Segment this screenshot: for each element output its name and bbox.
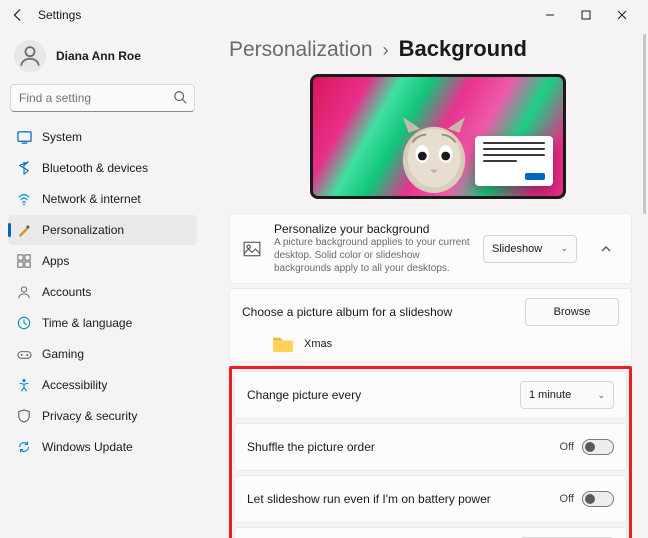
fit-card: Choose a fit for your desktop image Fill… <box>234 527 627 538</box>
sidebar-item-network[interactable]: Network & internet <box>8 184 197 214</box>
shuffle-label: Shuffle the picture order <box>247 440 548 454</box>
breadcrumb: Personalization › Background <box>229 36 646 62</box>
user-account-row[interactable]: Diana Ann Roe <box>8 36 197 84</box>
folder-name: Xmas <box>304 338 332 350</box>
sidebar-item-gaming[interactable]: Gaming <box>8 339 197 369</box>
sidebar-item-privacy[interactable]: Privacy & security <box>8 401 197 431</box>
collapse-button[interactable] <box>593 236 619 262</box>
scrollbar[interactable] <box>643 34 646 214</box>
personalize-title: Personalize your background <box>274 222 471 236</box>
battery-toggle[interactable] <box>582 491 614 507</box>
apps-icon <box>16 253 32 269</box>
browse-button[interactable]: Browse <box>525 298 619 326</box>
accounts-icon <box>16 284 32 300</box>
shuffle-card: Shuffle the picture order Off <box>234 423 627 471</box>
personalize-sub: A picture background applies to your cur… <box>274 236 471 275</box>
avatar <box>14 40 46 72</box>
background-type-select[interactable]: Slideshow⌄ <box>483 235 577 263</box>
nav-label: Bluetooth & devices <box>42 161 148 175</box>
change-label: Change picture every <box>247 388 508 402</box>
album-card: Choose a picture album for a slideshow B… <box>229 288 632 336</box>
bluetooth-icon <box>16 160 32 176</box>
personalization-icon <box>16 222 32 238</box>
close-button[interactable] <box>604 1 640 29</box>
sidebar-item-system[interactable]: System <box>8 122 197 152</box>
nav-label: Gaming <box>42 347 84 361</box>
preview-sample-window <box>475 136 553 186</box>
sidebar-item-bluetooth[interactable]: Bluetooth & devices <box>8 153 197 183</box>
gaming-icon <box>16 346 32 362</box>
change-interval-select[interactable]: 1 minute⌄ <box>520 381 614 409</box>
change-interval-card: Change picture every 1 minute⌄ <box>234 371 627 419</box>
search-input[interactable] <box>10 84 195 112</box>
breadcrumb-parent[interactable]: Personalization <box>229 38 373 62</box>
minimize-button[interactable] <box>532 1 568 29</box>
battery-label: Let slideshow run even if I'm on battery… <box>247 492 507 506</box>
user-name: Diana Ann Roe <box>56 49 141 63</box>
back-button[interactable] <box>8 5 28 25</box>
sidebar-item-accounts[interactable]: Accounts <box>8 277 197 307</box>
breadcrumb-separator: › <box>383 40 389 61</box>
network-icon <box>16 191 32 207</box>
maximize-button[interactable] <box>568 1 604 29</box>
background-preview <box>310 74 566 199</box>
accessibility-icon <box>16 377 32 393</box>
battery-card: Let slideshow run even if I'm on battery… <box>234 475 627 523</box>
nav-label: Accessibility <box>42 378 107 392</box>
title-bar: Settings <box>0 0 648 30</box>
picture-icon <box>242 240 262 258</box>
nav-label: Apps <box>42 254 69 268</box>
nav-label: Privacy & security <box>42 409 137 423</box>
nav-label: Accounts <box>42 285 91 299</box>
sidebar-item-apps[interactable]: Apps <box>8 246 197 276</box>
nav-list: System Bluetooth & devices Network & int… <box>8 122 197 462</box>
sidebar: Diana Ann Roe System Bluetooth & devices… <box>0 30 205 538</box>
nav-label: Network & internet <box>42 192 141 206</box>
nav-label: Windows Update <box>42 440 133 454</box>
main-content: Personalization › Background <box>205 30 648 538</box>
sidebar-item-update[interactable]: Windows Update <box>8 432 197 462</box>
nav-label: Personalization <box>42 223 124 237</box>
search-icon <box>173 90 187 109</box>
app-title: Settings <box>38 8 81 22</box>
sidebar-item-accessibility[interactable]: Accessibility <box>8 370 197 400</box>
album-folder-row[interactable]: Xmas <box>229 331 632 362</box>
shuffle-toggle[interactable] <box>582 439 614 455</box>
sidebar-item-time[interactable]: Time & language <box>8 308 197 338</box>
folder-icon <box>272 335 294 353</box>
sidebar-item-personalization[interactable]: Personalization <box>8 215 197 245</box>
highlighted-options: Change picture every 1 minute⌄ Shuffle t… <box>229 366 632 538</box>
preview-image-cat <box>395 115 473 197</box>
update-icon <box>16 439 32 455</box>
time-icon <box>16 315 32 331</box>
breadcrumb-current: Background <box>399 36 527 62</box>
shuffle-state: Off <box>560 441 574 453</box>
nav-label: Time & language <box>42 316 132 330</box>
chevron-down-icon: ⌄ <box>560 243 568 254</box>
chevron-down-icon: ⌄ <box>597 390 605 401</box>
system-icon <box>16 129 32 145</box>
personalize-background-card: Personalize your background A picture ba… <box>229 213 632 284</box>
battery-state: Off <box>560 493 574 505</box>
privacy-icon <box>16 408 32 424</box>
album-label: Choose a picture album for a slideshow <box>242 305 513 319</box>
nav-label: System <box>42 130 82 144</box>
